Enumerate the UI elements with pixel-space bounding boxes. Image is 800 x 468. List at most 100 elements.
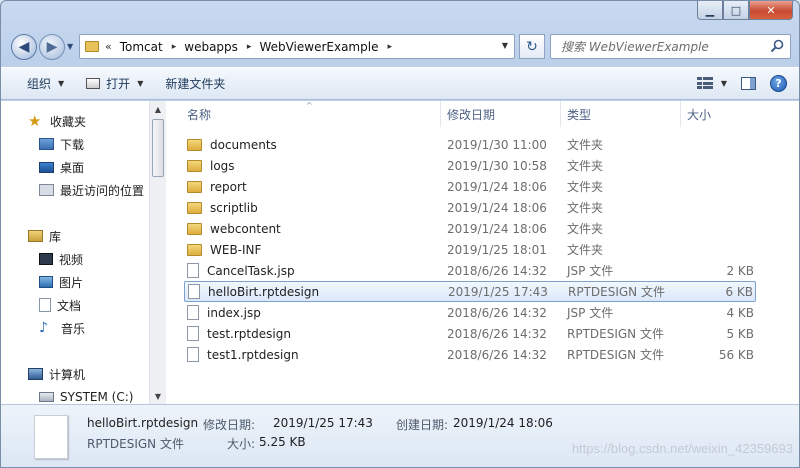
chevron-down-icon: ▼ (720, 79, 727, 88)
file-type: 文件夹 (567, 180, 604, 194)
file-modified-date: 2019/1/24 18:06 (447, 179, 547, 194)
sidebar-item-libraries[interactable]: 库 (28, 226, 61, 246)
sidebar-item-pictures[interactable]: 图片 (39, 272, 83, 292)
maximize-button[interactable]: □ (723, 1, 749, 20)
address-dropdown-icon[interactable]: ▼ (502, 41, 508, 50)
minimize-button[interactable]: ▁ (697, 1, 723, 20)
file-modified-date: 2019/1/25 18:01 (447, 242, 547, 257)
breadcrumb-separator-icon[interactable]: ▸ (172, 42, 177, 52)
file-name-text: helloBirt.rptdesign (208, 284, 320, 299)
sidebar-item-downloads[interactable]: 下载 (39, 134, 84, 154)
breadcrumb-separator-icon[interactable]: ▸ (387, 42, 392, 52)
file-row[interactable]: index.jsp 2018/6/26 14:32 JSP 文件 4 KB (184, 302, 756, 323)
close-button[interactable]: ✕ (749, 1, 793, 20)
file-name[interactable]: webcontent (187, 222, 281, 236)
address-bar[interactable]: « Tomcat ▸ webapps ▸ WebViewerExample ▸ ▼ (79, 34, 515, 59)
file-row[interactable]: report 2019/1/24 18:06 文件夹 (184, 176, 756, 197)
column-header-type[interactable]: 类型 (561, 101, 681, 127)
file-name[interactable]: report (187, 180, 247, 194)
file-name[interactable]: scriptlib (187, 201, 258, 215)
recent-pages-dropdown[interactable]: ▼ (67, 42, 73, 51)
breadcrumb-webapps[interactable]: webapps ▸ (184, 40, 251, 54)
new-folder-button[interactable]: 新建文件夹 (157, 68, 233, 99)
file-name[interactable]: index.jsp (187, 305, 261, 320)
file-type: 文件夹 (567, 243, 604, 257)
help-button[interactable]: ? (770, 75, 787, 92)
search-icon[interactable] (770, 39, 784, 53)
view-icon (696, 77, 713, 90)
sidebar-item-videos[interactable]: 视频 (39, 249, 83, 269)
library-icon (28, 230, 43, 242)
details-created-label: 创建日期: (396, 418, 449, 432)
column-header-row: ^ 名称 修改日期 类型 大小 (166, 101, 799, 127)
file-name[interactable]: test1.rptdesign (187, 347, 299, 362)
music-icon: ♪ (39, 320, 48, 336)
file-name[interactable]: documents (187, 138, 277, 152)
open-icon (86, 78, 101, 89)
forward-button[interactable]: ▶ (39, 34, 65, 60)
change-view-button[interactable]: ▼ (696, 77, 727, 90)
desktop-icon (39, 161, 54, 173)
file-size: 5 KB (726, 326, 754, 341)
file-row[interactable]: WEB-INF 2019/1/25 18:01 文件夹 (184, 239, 756, 260)
file-name-text: logs (210, 158, 235, 173)
file-modified-date: 2018/6/26 14:32 (447, 347, 547, 362)
file-name[interactable]: logs (187, 159, 235, 173)
sidebar-item-desktop[interactable]: 桌面 (39, 157, 84, 177)
sidebar-item-music[interactable]: ♪ 音乐 (39, 318, 85, 338)
column-header-size[interactable]: 大小 (681, 101, 761, 127)
file-modified-date: 2019/1/25 17:43 (448, 284, 548, 299)
back-button[interactable]: ◀ (11, 34, 37, 60)
overflow-chevron[interactable]: « (105, 40, 112, 53)
preview-pane-button[interactable] (741, 77, 756, 90)
breadcrumb-separator-icon[interactable]: ▸ (247, 42, 252, 52)
file-name-text: documents (210, 137, 277, 152)
file-modified-date: 2019/1/30 10:58 (447, 158, 547, 173)
file-icon (187, 347, 199, 362)
organize-button[interactable]: 组织 ▼ (19, 68, 72, 99)
file-row[interactable]: logs 2019/1/30 10:58 文件夹 (184, 155, 756, 176)
details-file-name: helloBirt.rptdesign (87, 416, 199, 430)
scroll-thumb[interactable] (152, 119, 164, 177)
scroll-down-arrow[interactable]: ▼ (150, 388, 166, 404)
file-size: 6 KB (725, 284, 753, 299)
file-name-text: test.rptdesign (207, 326, 291, 341)
caption-buttons: ▁ □ ✕ (697, 1, 793, 20)
file-row[interactable]: test.rptdesign 2018/6/26 14:32 RPTDESIGN 文… (184, 323, 756, 344)
sidebar-item-computer[interactable]: 计算机 (28, 364, 85, 384)
breadcrumb-tomcat[interactable]: Tomcat ▸ (120, 40, 177, 54)
refresh-button[interactable]: ↻ (519, 34, 545, 59)
file-name-text: test1.rptdesign (207, 347, 299, 362)
breadcrumb-webviewerexample[interactable]: WebViewerExample ▸ (259, 40, 392, 54)
file-row[interactable]: webcontent 2019/1/24 18:06 文件夹 (184, 218, 756, 239)
sidebar-item-favorites[interactable]: ★ 收藏夹 (28, 111, 86, 131)
search-input[interactable]: 搜索 WebViewerExample (550, 34, 791, 59)
downloads-icon (39, 138, 54, 150)
computer-icon (28, 368, 43, 380)
open-button[interactable]: 打开 ▼ (78, 68, 151, 99)
scroll-up-arrow[interactable]: ▲ (150, 101, 166, 117)
sidebar-item-documents[interactable]: 文档 (39, 295, 81, 315)
file-name[interactable]: WEB-INF (187, 243, 261, 257)
file-name[interactable]: CancelTask.jsp (187, 263, 295, 278)
folder-icon (187, 138, 202, 151)
file-type: 文件夹 (567, 222, 604, 236)
sidebar-item-recent[interactable]: 最近访问的位置 (39, 180, 144, 200)
file-name[interactable]: test.rptdesign (187, 326, 291, 341)
drive-icon (39, 392, 54, 402)
file-row[interactable]: helloBirt.rptdesign 2019/1/25 17:43 RPTDES… (184, 281, 756, 302)
file-name-text: scriptlib (210, 200, 258, 215)
sidebar-item-system-drive[interactable]: SYSTEM (C:) (39, 387, 133, 404)
file-row[interactable]: test1.rptdesign 2018/6/26 14:32 RPTDESIGN … (184, 344, 756, 365)
file-icon (188, 284, 200, 299)
file-row[interactable]: CancelTask.jsp 2018/6/26 14:32 JSP 文件 2 KB (184, 260, 756, 281)
file-type: JSP 文件 (567, 264, 614, 278)
column-header-name[interactable]: 名称 (181, 101, 441, 127)
file-row[interactable]: scriptlib 2019/1/24 18:06 文件夹 (184, 197, 756, 218)
column-header-modified[interactable]: 修改日期 (441, 101, 561, 127)
details-modified-label: 修改日期: (203, 418, 256, 432)
navigation-pane-scrollbar[interactable]: ▲ ▼ (149, 101, 166, 404)
file-name[interactable]: helloBirt.rptdesign (188, 284, 319, 299)
navigation-bar: ◀ ▶ ▼ « Tomcat ▸ webapps ▸ WebViewerExampl… (1, 29, 799, 65)
file-row[interactable]: documents 2019/1/30 11:00 文件夹 (184, 134, 756, 155)
